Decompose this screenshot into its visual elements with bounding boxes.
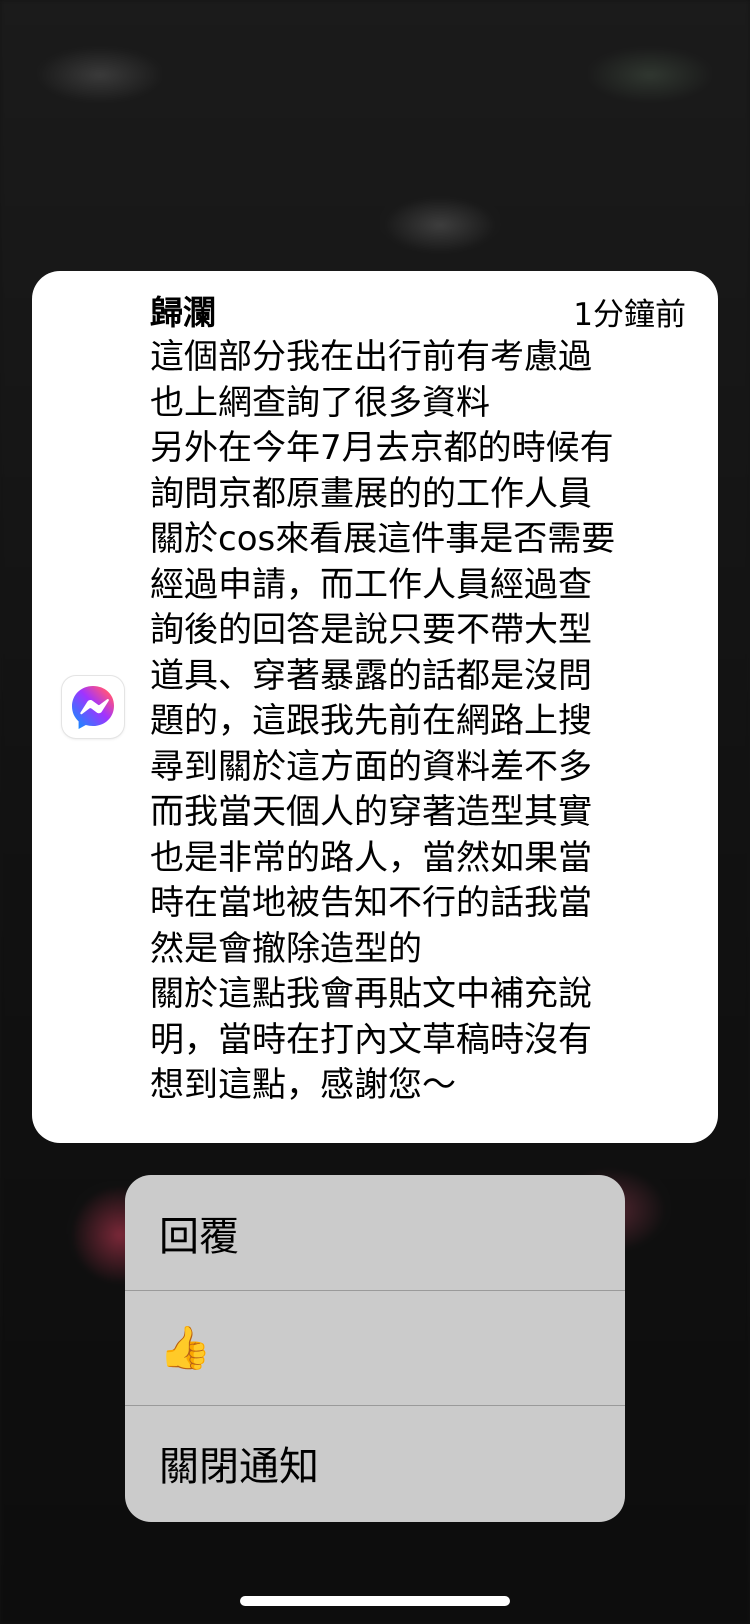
message-line: 這個部分我在出行前有考慮過 [150,337,592,377]
messenger-icon [62,676,124,738]
message-line: 道具、穿著暴露的話都是沒問 [150,655,592,696]
notification-actions-menu: 回覆 👍 關閉通知 [125,1175,625,1522]
reply-label: 回覆 [159,1213,239,1260]
message-line: 時在當地被告知不行的話我當 [150,883,592,923]
message-body: 這個部分我在出行前有考慮過 也上網查詢了很多資料 另外在今年7月去京都的時候有 … [150,335,690,1109]
thumbs-up-icon: 👍 [159,1323,212,1372]
message-line: 而我當天個人的穿著造型其實 [150,792,592,832]
message-line: 關於這點我會再貼文中補充說 [150,974,592,1014]
message-line: 然是會撤除造型的 [150,928,422,969]
notification-card[interactable]: 歸瀾 1分鐘前 這個部分我在出行前有考慮過 也上網查詢了很多資料 另外在今年7月… [32,271,718,1143]
message-line: 經過申請，而工作人員經過查 [150,564,592,605]
mute-notifications-button[interactable]: 關閉通知 [125,1405,625,1520]
message-line: 詢問京都原畫展的的工作人員 [150,473,592,514]
reply-button[interactable]: 回覆 [125,1175,625,1290]
home-indicator[interactable] [240,1596,510,1606]
mute-label: 關閉通知 [159,1444,319,1490]
message-line: 想到這點，感謝您～ [150,1065,456,1105]
message-line: 尋到關於這方面的資料差不多 [150,746,592,787]
message-line: 也是非常的路人，當然如果當 [150,837,592,878]
message-line: 另外在今年7月去京都的時候有 [150,428,614,468]
like-button[interactable]: 👍 [125,1290,625,1405]
sender-name: 歸瀾 [150,293,216,332]
message-line: 明，當時在打內文草稿時沒有 [150,1019,592,1060]
timestamp: 1分鐘前 [573,297,686,333]
message-line: 關於cos來看展這件事是否需要 [150,519,616,559]
message-line: 題的，這跟我先前在網路上搜 [150,701,592,741]
message-line: 也上網查詢了很多資料 [150,382,490,423]
message-line: 詢後的回答是說只要不帶大型 [150,610,592,650]
